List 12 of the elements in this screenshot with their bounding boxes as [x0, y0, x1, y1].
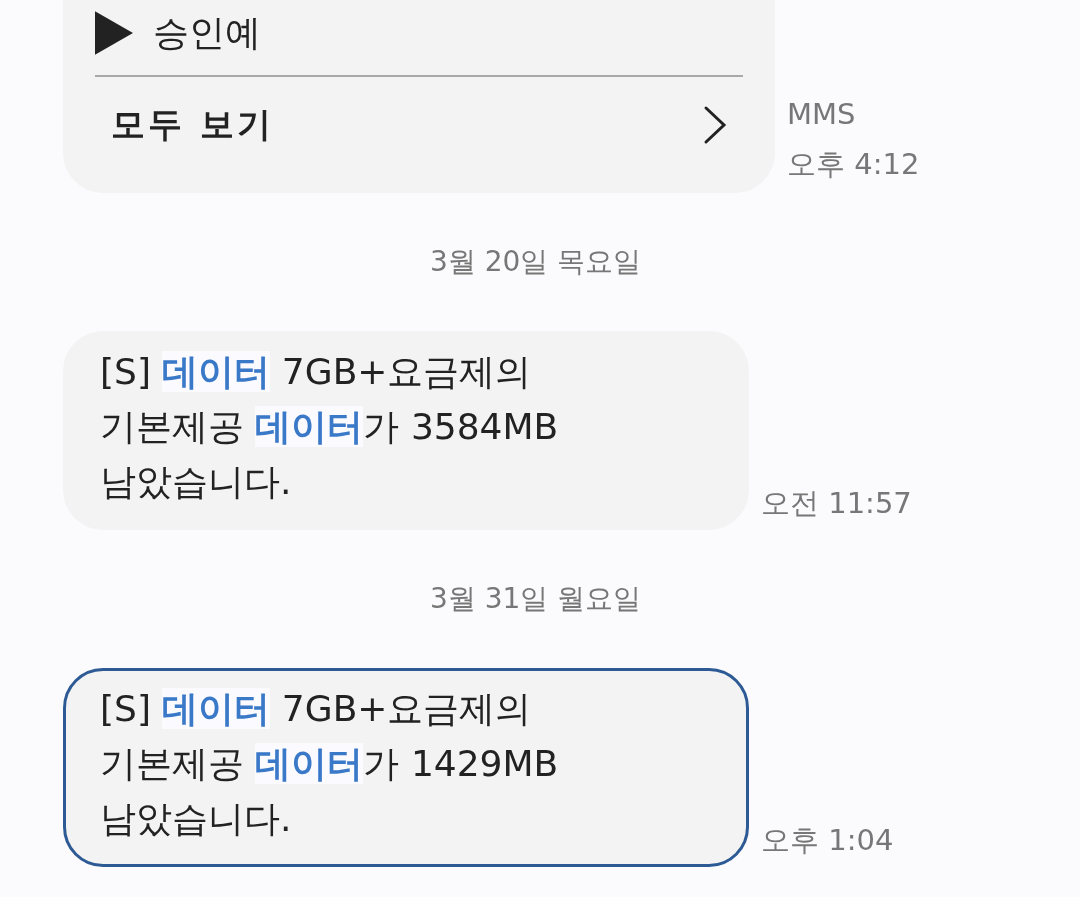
menu-item-label: 승인예 [153, 10, 261, 55]
message-time: 오후 4:12 [787, 146, 920, 183]
message-time: 오전 11:57 [761, 485, 912, 522]
message-type-label: MMS [787, 97, 857, 133]
play-icon [95, 11, 133, 55]
chevron-right-icon [703, 105, 727, 145]
view-all-button[interactable]: 모두 보기 [95, 77, 743, 173]
message-bubble[interactable]: [S] 데이터 7GB+요금제의 기본제공 데이터가 1429MB 남았습니다. [63, 668, 749, 867]
message-bubble[interactable]: [S] 데이터 7GB+요금제의 기본제공 데이터가 3584MB 남았습니다. [63, 331, 749, 530]
date-separator: 3월 31일 월요일 [430, 581, 642, 617]
message-time: 오후 1:04 [761, 822, 894, 859]
date-separator: 3월 20일 목요일 [430, 244, 642, 280]
